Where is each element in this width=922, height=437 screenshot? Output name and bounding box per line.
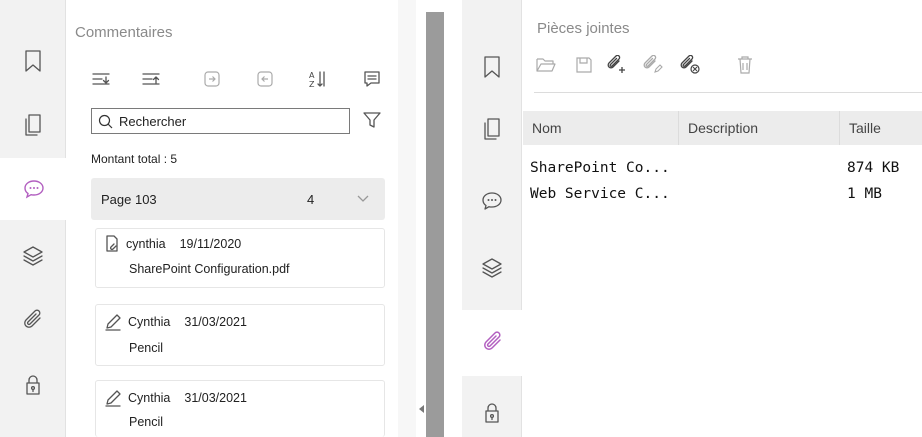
comments-scroll-strip[interactable] [398, 0, 416, 437]
lock-icon [26, 375, 40, 395]
paperclip-icon [24, 309, 41, 328]
attachments-tab[interactable] [0, 290, 66, 352]
layers-tab[interactable] [0, 224, 66, 286]
previous-comment-button[interactable] [254, 68, 276, 90]
filter-button[interactable] [362, 110, 382, 130]
collapse-all-icon [142, 73, 160, 85]
comments-panel-title: Commentaires [75, 24, 173, 41]
triangle-left-icon [419, 405, 424, 413]
comment-text: Pencil [129, 341, 164, 355]
edit-attachment-button[interactable] [641, 55, 663, 75]
comments-tab[interactable] [0, 158, 67, 220]
svg-text:A: A [309, 71, 315, 80]
comment-text: SharePoint Configuration.pdf [129, 262, 290, 276]
attachments-table-header: Nom Description Taille [523, 111, 922, 145]
collapse-all-button[interactable] [140, 68, 162, 90]
attachment-size: 1 MB [847, 186, 882, 202]
remove-attachment-button[interactable] [678, 55, 700, 75]
search-icon [98, 114, 113, 128]
comment-date: 31/03/2021 [184, 315, 247, 329]
add-attachment-button[interactable] [605, 55, 627, 75]
scroll-left-button[interactable] [418, 404, 426, 414]
pencil-icon [105, 390, 121, 407]
comment-date: 31/03/2021 [184, 391, 247, 405]
comment-author: Cynthia [128, 315, 171, 329]
layers-icon [482, 258, 502, 278]
layers-icon [23, 246, 43, 266]
bookmark-icon [484, 56, 500, 78]
pages-tab[interactable] [0, 94, 66, 156]
next-comment-button[interactable] [201, 68, 223, 90]
column-description[interactable]: Description [679, 111, 840, 145]
comment-author: cynthia [126, 237, 166, 251]
sort-button[interactable]: AZ [307, 68, 329, 90]
page-group-count: 4 [307, 191, 315, 207]
comment-item[interactable]: Cynthia 31/03/2021 Pencil [95, 380, 385, 437]
trash-icon [738, 56, 752, 74]
svg-text:Z: Z [309, 80, 315, 89]
save-icon [576, 57, 592, 73]
expand-all-button[interactable] [90, 68, 112, 90]
comment-item[interactable]: cynthia 19/11/2020 SharePoint Configurat… [95, 228, 385, 288]
comments-icon [482, 192, 502, 210]
save-attachment-button[interactable] [575, 56, 593, 74]
table-row[interactable]: SharePoint Co... 874 KB [523, 158, 922, 180]
bookmark-icon [25, 50, 41, 72]
lock-icon [485, 403, 499, 423]
chevron-down-icon [357, 195, 369, 202]
filter-icon [363, 112, 381, 128]
security-tab[interactable] [462, 382, 522, 437]
attachment-size: 874 KB [847, 160, 900, 176]
comments-tab[interactable] [462, 170, 522, 232]
paperclip-icon [483, 331, 501, 350]
add-paperclip-icon [607, 55, 625, 73]
page-group-header[interactable]: Page 103 4 [91, 178, 385, 220]
page-group-label: Page 103 [101, 191, 157, 207]
delete-attachment-button[interactable] [736, 55, 754, 75]
layers-tab[interactable] [462, 236, 522, 298]
edit-paperclip-icon [643, 55, 663, 73]
expand-all-icon [92, 73, 110, 85]
column-name[interactable]: Nom [523, 111, 679, 145]
comment-author: Cynthia [128, 391, 171, 405]
comments-icon [23, 180, 44, 199]
left-sidebar [0, 0, 67, 437]
pencil-icon [105, 314, 121, 331]
total-count: Montant total : 5 [91, 152, 178, 166]
open-attachment-button[interactable] [535, 56, 557, 74]
right-sidebar [462, 0, 523, 437]
comment-box-icon [364, 71, 380, 87]
comment-date: 19/11/2020 [179, 237, 242, 251]
arrow-right-box-icon [204, 71, 220, 87]
remove-paperclip-icon [680, 55, 700, 74]
security-tab[interactable] [0, 354, 66, 416]
pages-tab[interactable] [462, 98, 522, 160]
search-input[interactable]: Rechercher [91, 108, 350, 134]
pages-icon [25, 114, 41, 136]
new-comment-button[interactable] [361, 68, 383, 90]
attachment-name: SharePoint Co... [530, 160, 670, 176]
attachment-comment-icon [106, 235, 118, 252]
search-placeholder: Rechercher [119, 113, 187, 129]
sort-az-icon: AZ [309, 71, 325, 89]
bookmarks-tab[interactable] [462, 36, 522, 98]
toolbar-divider [534, 92, 922, 93]
attachments-tab[interactable] [462, 310, 523, 376]
comment-item[interactable]: Cynthia 31/03/2021 Pencil [95, 304, 385, 366]
column-size[interactable]: Taille [840, 111, 922, 145]
attachments-panel-title: Pièces jointes [537, 20, 630, 37]
panel-splitter[interactable] [426, 12, 444, 437]
bookmarks-tab[interactable] [0, 30, 66, 92]
folder-open-icon [536, 58, 556, 72]
comment-text: Pencil [129, 415, 164, 429]
pages-icon [484, 118, 500, 140]
arrow-left-box-icon [257, 71, 273, 87]
table-row[interactable]: Web Service C... 1 MB [523, 184, 922, 206]
attachment-name: Web Service C... [530, 186, 670, 202]
